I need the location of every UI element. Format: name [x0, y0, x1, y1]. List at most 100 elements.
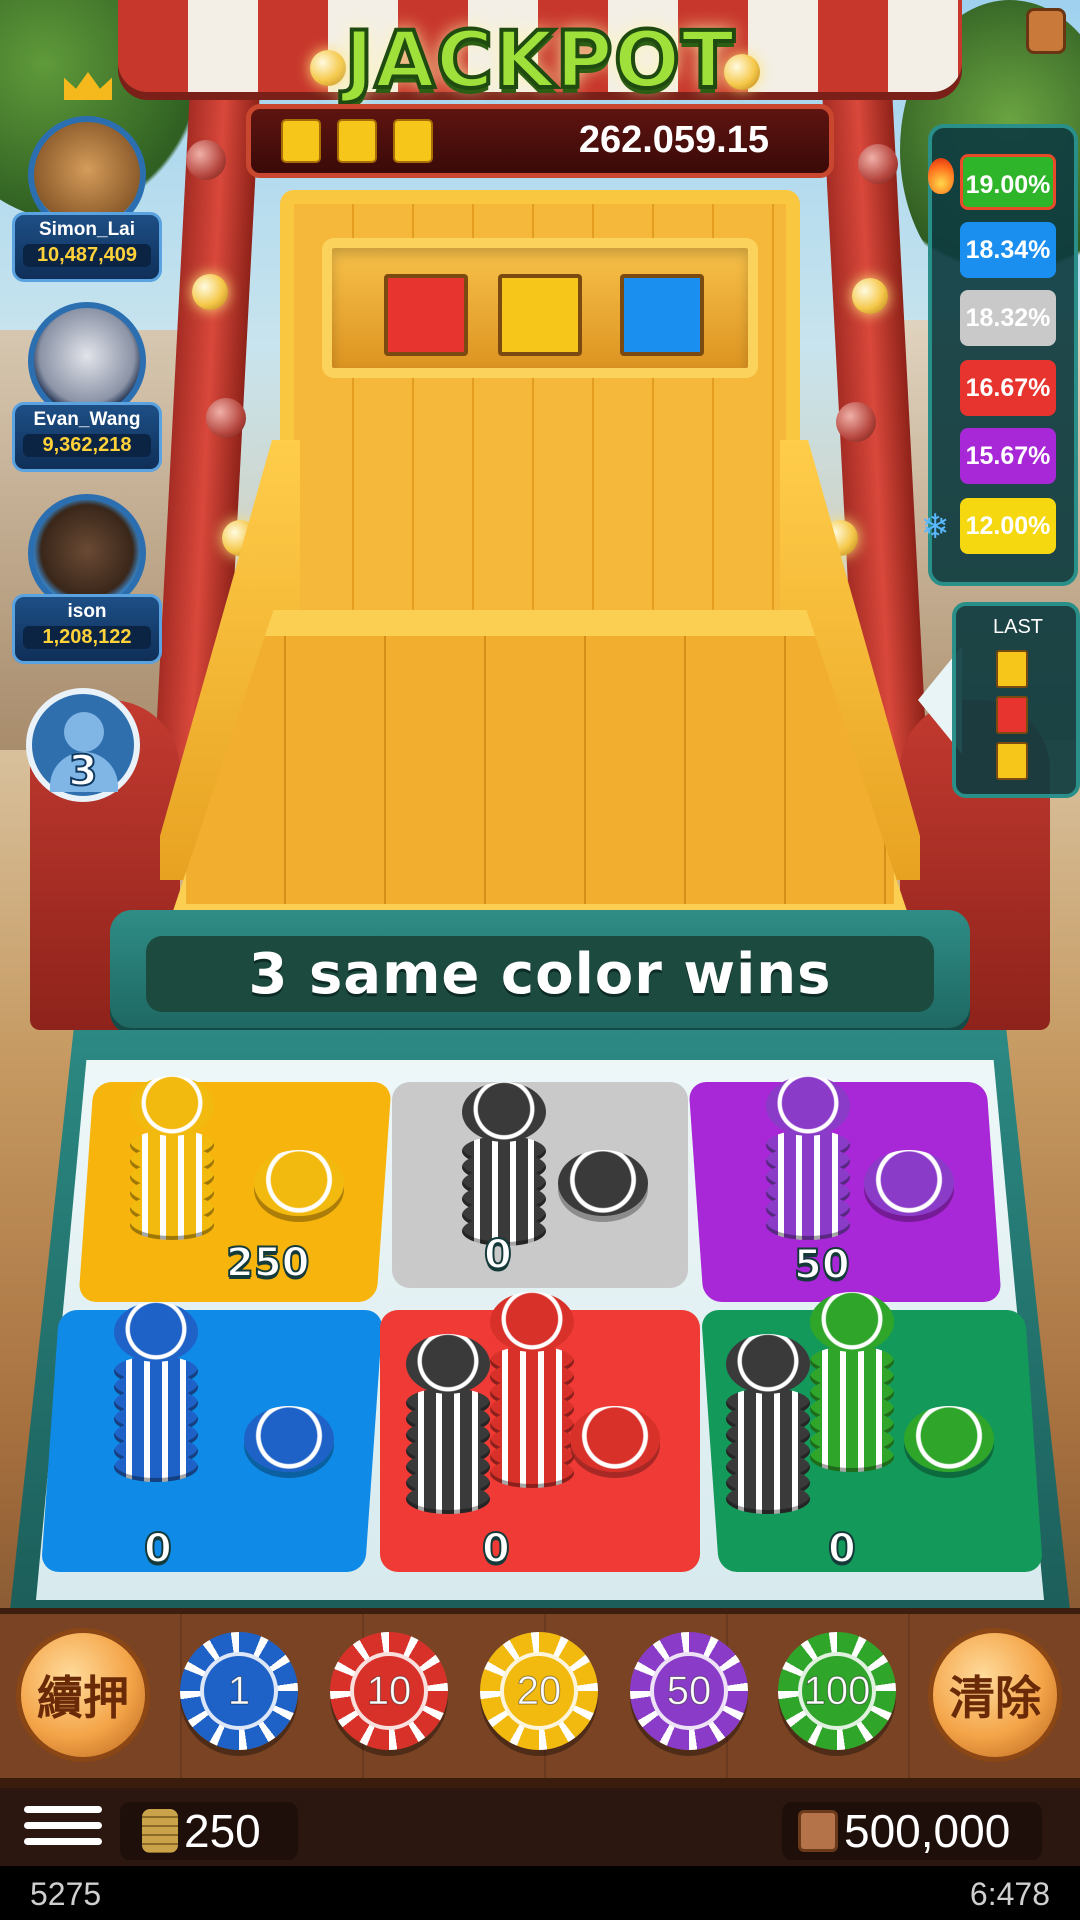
odds-value: 15.67%: [960, 428, 1056, 484]
chip-stack: [130, 1076, 214, 1240]
odds-value: 19.00%: [960, 154, 1056, 210]
fire-icon: [928, 158, 954, 194]
chip-stack: [406, 1334, 490, 1514]
chip-stack: [766, 1076, 850, 1240]
chip-stack: [726, 1334, 810, 1514]
menu-icon: [24, 1838, 102, 1845]
chip-single: [864, 1150, 954, 1216]
chip-layer: [810, 1442, 894, 1472]
bet-amount-gray: 0: [483, 1231, 513, 1279]
result-color-square: [384, 274, 468, 356]
chip-button-20[interactable]: 20: [480, 1632, 598, 1750]
player-name: ison: [67, 601, 107, 622]
chip-button-100[interactable]: 100: [778, 1632, 896, 1750]
jackpot-slot: [281, 119, 321, 163]
rebet-button[interactable]: 續押: [16, 1628, 150, 1762]
jackpot-slot: [337, 119, 377, 163]
chip-top: [766, 1076, 850, 1136]
chip-stack: [462, 1082, 546, 1246]
odds-value: 18.32%: [960, 290, 1056, 346]
menu-button[interactable]: [24, 1806, 102, 1856]
chip-single: [558, 1150, 648, 1216]
rivet: [858, 144, 898, 184]
chip-button-1[interactable]: 1: [180, 1632, 298, 1750]
bet-amount-purple: 50: [793, 1241, 851, 1289]
bet-amount-red: 0: [481, 1525, 511, 1573]
chip-layer: [766, 1210, 850, 1240]
chip-stack: [810, 1292, 894, 1472]
other-players-button[interactable]: 3: [26, 688, 140, 802]
chip-value: 100: [798, 1652, 876, 1730]
chip-button-50[interactable]: 50: [630, 1632, 748, 1750]
chip-top: [490, 1292, 574, 1352]
chip-top: [726, 1334, 810, 1394]
footer-right-text: 6:478: [969, 1876, 1050, 1912]
jackpot-amount: 262.059.15: [578, 119, 769, 161]
player-card[interactable]: Simon_Lai 10,487,409: [12, 72, 162, 282]
player-score: 9,362,218: [23, 434, 151, 457]
chip-single: [244, 1406, 334, 1472]
odds-value: 12.00%: [960, 498, 1056, 554]
bet-amount-blue: 0: [143, 1525, 173, 1573]
player-name: Evan_Wang: [33, 409, 141, 430]
chip-single: [570, 1406, 660, 1472]
coin-stack-icon: [142, 1809, 178, 1853]
player-card[interactable]: Evan_Wang 9,362,218: [12, 302, 162, 472]
footer-left-text: 5275: [30, 1876, 102, 1912]
rules-banner: 3 same color wins: [110, 910, 970, 1034]
bet-amount-yellow: 250: [225, 1239, 310, 1287]
total-bet-display: 250: [120, 1802, 298, 1860]
balance-value: 500,000: [844, 1805, 1011, 1857]
chip-value: 1: [200, 1652, 278, 1730]
wooden-cart: [150, 180, 930, 920]
chip-button-10[interactable]: 10: [330, 1632, 448, 1750]
player-score: 10,487,409: [23, 244, 151, 267]
chip-stack: [114, 1302, 198, 1482]
chip-layer: [726, 1484, 810, 1514]
last-results-panel: LAST: [952, 602, 1080, 798]
footer-bar: [0, 1866, 1080, 1920]
jackpot-display: 262.059.15: [246, 104, 834, 178]
rules-banner-inner: 3 same color wins: [146, 936, 934, 1012]
wallet-icon: [798, 1810, 838, 1852]
last-result-square: [996, 650, 1028, 688]
backpack-icon[interactable]: [1026, 8, 1066, 54]
player-card[interactable]: ison 1,208,122: [12, 494, 162, 664]
player-name-tag: ison 1,208,122: [12, 594, 162, 664]
last-result-square: [996, 742, 1028, 780]
snowflake-icon: ❄: [920, 507, 950, 547]
chip-top: [130, 1076, 214, 1136]
rivet: [186, 140, 226, 180]
chip-layer: [406, 1484, 490, 1514]
chip-layer: [114, 1452, 198, 1482]
odds-value: 16.67%: [960, 360, 1056, 416]
result-color-square: [620, 274, 704, 356]
chip-stack: [490, 1292, 574, 1488]
last-title: LAST: [992, 616, 1044, 638]
jackpot-slot: [393, 119, 433, 163]
clear-button[interactable]: 清除: [928, 1628, 1062, 1762]
other-players-count: 3: [67, 745, 98, 796]
menu-icon: [24, 1822, 102, 1829]
chip-layer: [130, 1210, 214, 1240]
player-name: Simon_Lai: [38, 219, 136, 240]
chip-top: [114, 1302, 198, 1362]
jackpot-title: JACKPOT: [343, 14, 737, 108]
chip-single: [904, 1406, 994, 1472]
rules-text: 3 same color wins: [248, 941, 832, 1007]
player-name-tag: Evan_Wang 9,362,218: [12, 402, 162, 472]
player-name-tag: Simon_Lai 10,487,409: [12, 212, 162, 282]
chip-layer: [490, 1458, 574, 1488]
cart-floor: [170, 610, 910, 920]
crown-icon: [64, 72, 112, 100]
odds-value: 18.34%: [960, 222, 1056, 278]
chip-value: 50: [650, 1652, 728, 1730]
balance-display: 500,000: [782, 1802, 1042, 1860]
chip-value: 10: [350, 1652, 428, 1730]
chip-top: [406, 1334, 490, 1394]
chip-value: 20: [500, 1652, 578, 1730]
player-score: 1,208,122: [23, 626, 151, 649]
menu-icon: [24, 1806, 102, 1813]
total-bet-value: 250: [184, 1805, 261, 1857]
result-color-square: [498, 274, 582, 356]
